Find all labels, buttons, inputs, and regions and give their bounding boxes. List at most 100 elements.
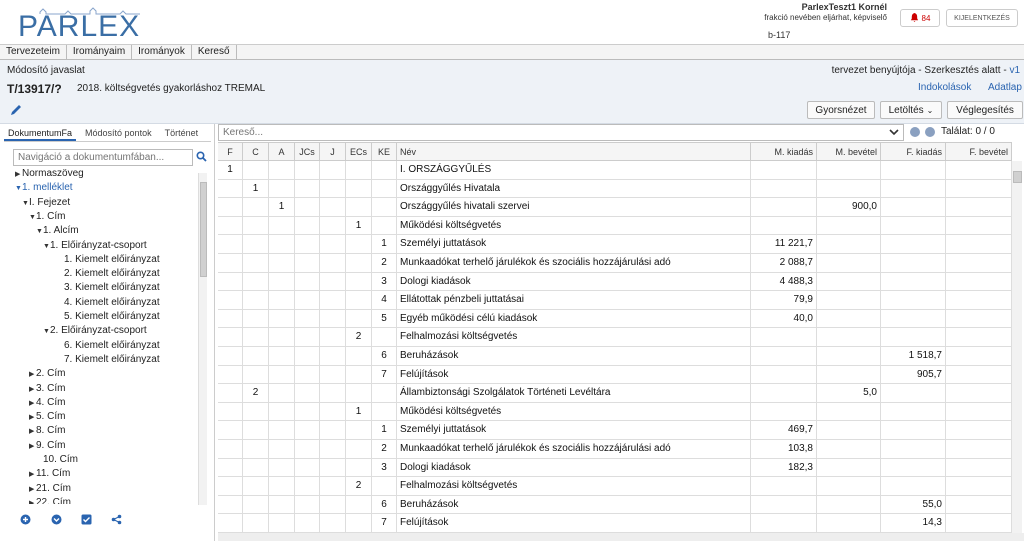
tree-node[interactable]: ▶ 9. Cím	[29, 439, 65, 453]
caret-down-icon[interactable]: ▼	[43, 325, 50, 339]
table-row[interactable]: 3 Dologi kiadások 4 488,3	[218, 272, 1012, 292]
menu-kereso[interactable]: Kereső	[192, 45, 237, 59]
table-row[interactable]: 1 Országgyűlés hivatali szervei 900,0	[218, 198, 1012, 217]
tree-node[interactable]: 2. Kiemelt előirányzat	[57, 267, 160, 281]
tree-search-input[interactable]	[13, 149, 193, 166]
caret-right-icon[interactable]: ▶	[29, 483, 36, 497]
table-row[interactable]: 2 Felhalmozási költségvetés	[218, 328, 1012, 347]
download-button[interactable]: Letöltés ⌄	[880, 101, 942, 119]
tree-node[interactable]: ▶ 11. Cím	[29, 467, 70, 481]
tab-dokumentumfa[interactable]: DokumentumFa	[4, 126, 77, 141]
column-header[interactable]: Név	[397, 143, 751, 161]
search-next-icon[interactable]	[925, 127, 935, 137]
table-row[interactable]: 5 Egyéb működési célú kiadások 40,0	[218, 309, 1012, 329]
caret-down-icon[interactable]: ▼	[43, 240, 50, 254]
table-row[interactable]: 1 Személyi juttatások 469,7	[218, 421, 1012, 440]
finalize-button[interactable]: Véglegesítés	[947, 101, 1023, 119]
table-row[interactable]: 1 Működési költségvetés	[218, 216, 1012, 236]
search-prev-icon[interactable]	[910, 127, 920, 137]
tree-node[interactable]: ▶ 2. Cím	[29, 367, 65, 381]
column-header[interactable]: F	[218, 143, 243, 161]
table-row[interactable]: 7 Felújítások 905,7	[218, 365, 1012, 385]
table-row[interactable]: 1 I. ORSZÁGGYŰLÉS	[218, 161, 1012, 180]
table-row[interactable]: 2 Állambiztonsági Szolgálatok Történeti L…	[218, 384, 1012, 403]
preview-button[interactable]: Gyorsnézet	[807, 101, 875, 119]
caret-right-icon[interactable]: ▶	[29, 397, 36, 411]
column-header[interactable]: A	[269, 143, 295, 161]
parlex-logo[interactable]: PARLEX	[10, 6, 150, 43]
logout-button[interactable]: KIJELENTKEZÉS	[946, 9, 1018, 27]
indoklasok-link[interactable]: Indokolások	[918, 82, 971, 93]
column-header[interactable]: J	[320, 143, 346, 161]
tree-node[interactable]: ▼1. Alcím	[36, 224, 79, 238]
column-header[interactable]: C	[243, 143, 269, 161]
menu-tervezeteim[interactable]: Tervezeteim	[0, 45, 67, 59]
table-row[interactable]: 1 Országgyűlés Hivatala	[218, 179, 1012, 199]
column-header[interactable]: F. bevétel	[946, 143, 1012, 161]
tree-node[interactable]: ▶ 3. Cím	[29, 382, 65, 396]
caret-right-icon[interactable]: ▶	[29, 425, 36, 439]
column-header[interactable]: M. kiadás	[751, 143, 817, 161]
table-row[interactable]: 7 Felújítások 14,3	[218, 514, 1012, 533]
tree-node[interactable]: ▼1. Cím	[29, 210, 65, 224]
tree-node[interactable]: ▼I. Fejezet	[22, 196, 70, 210]
table-hscrollbar[interactable]	[218, 533, 1024, 541]
tree-node[interactable]: 4. Kiemelt előirányzat	[57, 296, 160, 310]
table-row[interactable]: 3 Dologi kiadások 182,3	[218, 458, 1012, 478]
table-row[interactable]: 6 Beruházások 1 518,7	[218, 347, 1012, 366]
table-scrollbar[interactable]	[1011, 161, 1022, 534]
column-header[interactable]: KE	[372, 143, 397, 161]
table-search-input[interactable]	[218, 124, 904, 141]
share-icon[interactable]	[111, 514, 122, 525]
tree-scrollbar[interactable]	[198, 173, 207, 505]
chevron-down-icon[interactable]	[887, 126, 901, 139]
menu-iromanyaim[interactable]: Irományaim	[67, 45, 133, 59]
tree-node[interactable]: ▼2. Előirányzat-csoport	[43, 324, 147, 338]
caret-right-icon[interactable]: ▶	[29, 411, 36, 425]
tree-node[interactable]: ▶ 4. Cím	[29, 396, 65, 410]
caret-right-icon[interactable]: ▶	[29, 383, 36, 397]
caret-right-icon[interactable]: ▶	[29, 497, 36, 504]
column-header[interactable]: F. kiadás	[881, 143, 946, 161]
caret-down-icon[interactable]: ▼	[36, 225, 43, 239]
checkbox-icon[interactable]	[81, 514, 92, 525]
plus-circle-icon[interactable]	[20, 514, 31, 525]
tree-node[interactable]: 1. Kiemelt előirányzat	[57, 253, 160, 267]
tree-node[interactable]: ▼1. melléklet	[15, 181, 73, 195]
tree-node[interactable]: 7. Kiemelt előirányzat	[57, 353, 160, 367]
tree-node[interactable]: 5. Kiemelt előirányzat	[57, 310, 160, 324]
tree-node[interactable]: 3. Kiemelt előirányzat	[57, 281, 160, 295]
caret-down-icon[interactable]: ▼	[29, 211, 36, 225]
caret-right-icon[interactable]: ▶	[29, 468, 36, 482]
caret-right-icon[interactable]: ▶	[29, 440, 36, 454]
table-row[interactable]: 6 Beruházások 55,0	[218, 495, 1012, 515]
tree-node[interactable]: ▼1. Előirányzat-csoport	[43, 239, 147, 253]
table-scrollbar-thumb[interactable]	[1013, 171, 1022, 183]
caret-down-icon[interactable]: ▼	[22, 197, 29, 211]
tree-node[interactable]: ▶ 22. Cím	[29, 496, 71, 504]
tab-tortenet[interactable]: Történet	[161, 126, 203, 141]
menu-iromanyok[interactable]: Irományok	[132, 45, 192, 59]
tree-node[interactable]: 10. Cím	[36, 453, 78, 467]
pencil-icon[interactable]	[9, 103, 23, 117]
tree-node[interactable]: ▶ 8. Cím	[29, 424, 65, 438]
column-header[interactable]: JCs	[295, 143, 320, 161]
tab-modosito-pontok[interactable]: Módosító pontok	[81, 126, 156, 141]
tree-node[interactable]: ▶ 21. Cím	[29, 482, 71, 496]
table-row[interactable]: 2 Munkaadókat terhelő járulékok és szociá…	[218, 440, 1012, 459]
chevron-circle-icon[interactable]	[51, 514, 62, 525]
caret-down-icon[interactable]: ▼	[15, 182, 22, 196]
table-row[interactable]: 2 Felhalmozási költségvetés	[218, 477, 1012, 496]
tree-node[interactable]: 6. Kiemelt előirányzat	[57, 339, 160, 353]
adatlap-link[interactable]: Adatlap	[988, 82, 1022, 93]
caret-right-icon[interactable]: ▶	[29, 368, 36, 382]
table-row[interactable]: 2 Munkaadókat terhelő járulékok és szociá…	[218, 254, 1012, 273]
tree-node[interactable]: ▶ 5. Cím	[29, 410, 65, 424]
notifications-button[interactable]: 84	[900, 9, 940, 27]
document-version[interactable]: v1	[1009, 65, 1020, 76]
table-row[interactable]: 1 Személyi juttatások 11 221,7	[218, 235, 1012, 254]
column-header[interactable]: M. bevétel	[817, 143, 881, 161]
tree-scrollbar-thumb[interactable]	[200, 182, 207, 277]
caret-right-icon[interactable]: ▶	[15, 168, 22, 182]
table-row[interactable]: 1 Működési költségvetés	[218, 402, 1012, 422]
